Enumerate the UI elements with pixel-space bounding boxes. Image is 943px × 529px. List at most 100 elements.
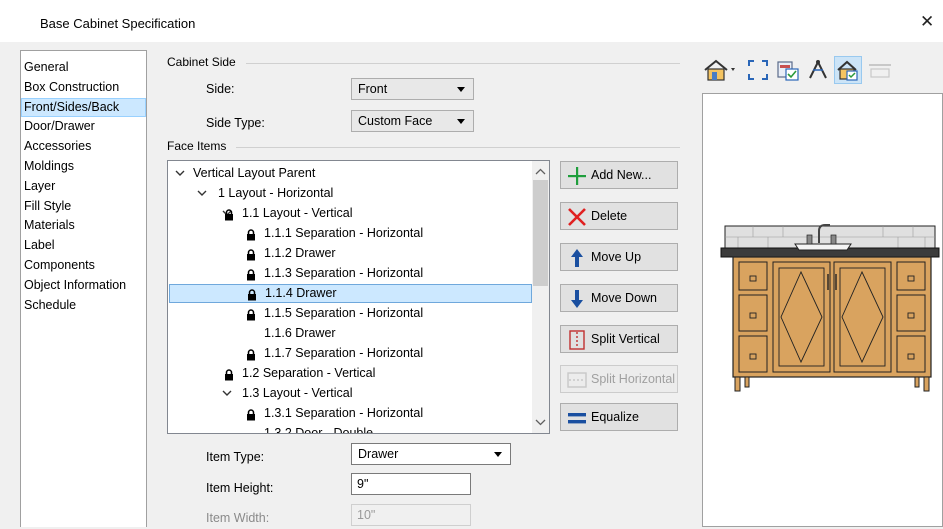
lock-icon <box>246 268 256 281</box>
add-new-button[interactable]: Add New... <box>560 161 678 189</box>
fill-window-button[interactable] <box>744 56 772 84</box>
tree-item-label: 1.3.1 Separation - Horizontal <box>264 406 424 420</box>
tree-item[interactable]: Vertical Layout Parent <box>169 164 532 183</box>
move-up-button[interactable]: Move Up <box>560 243 678 271</box>
camera-view-button[interactable] <box>834 56 862 84</box>
arrow-down-icon <box>571 290 583 308</box>
delete-x-icon <box>568 208 586 226</box>
nav-item-materials[interactable]: Materials <box>21 216 146 236</box>
split-vertical-button[interactable]: Split Vertical <box>560 325 678 353</box>
preview-toolbar <box>700 56 943 86</box>
tree-item-label: 1.3 Layout - Vertical <box>242 386 353 400</box>
tree-item[interactable]: 1.1.5 Separation - Horizontal <box>169 304 532 323</box>
tree-item[interactable]: 1.3.1 Separation - Horizontal <box>169 404 532 423</box>
lock-icon <box>246 248 256 261</box>
split-horizontal-button[interactable]: Split Horizontal <box>560 365 678 393</box>
move-down-button[interactable]: Move Down <box>560 284 678 312</box>
nav-item-fill-style[interactable]: Fill Style <box>21 197 146 217</box>
tree-item[interactable]: 1.3 Layout - Vertical <box>169 384 532 403</box>
nav-item-schedule[interactable]: Schedule <box>21 296 146 316</box>
cabinet-preview[interactable] <box>702 93 943 527</box>
chevron-down-icon[interactable] <box>195 184 209 203</box>
lock-icon <box>246 228 256 241</box>
chevron-down-icon <box>457 119 465 124</box>
scroll-down-icon[interactable] <box>532 414 549 431</box>
tree-item-label: 1.1.3 Separation - Horizontal <box>264 266 424 280</box>
move-down-label: Move Down <box>591 291 657 305</box>
preview-settings-button[interactable] <box>774 56 802 84</box>
tree-item-label: 1.2 Separation - Vertical <box>242 366 376 380</box>
scroll-up-icon[interactable] <box>532 163 549 180</box>
scroll-thumb[interactable] <box>533 180 548 286</box>
split-vertical-icon <box>569 330 585 350</box>
tree-item[interactable]: 1.1.4 Drawer <box>169 284 532 303</box>
lock-icon <box>246 408 256 421</box>
close-icon[interactable]: ✕ <box>920 12 934 32</box>
tree-item-label: 1 Layout - Horizontal <box>218 186 334 200</box>
tree-item[interactable]: 1.2 Separation - Vertical <box>169 364 532 383</box>
nav-item-general[interactable]: General <box>21 58 146 78</box>
tree-item[interactable]: 1.1.3 Separation - Horizontal <box>169 264 532 283</box>
side-select[interactable]: Front <box>351 78 474 100</box>
preview-settings-icon <box>777 61 799 81</box>
dimension-icon <box>809 59 827 79</box>
tree-item-label: 1.3.2 Door - Double <box>264 426 374 434</box>
lock-icon <box>224 208 234 221</box>
camera-view-icon <box>837 60 858 81</box>
tree-item[interactable]: 1.3.2 Door - Double <box>169 424 532 434</box>
lock-icon <box>246 308 256 321</box>
tree-item-label: Vertical Layout Parent <box>193 166 316 180</box>
nav-item-components[interactable]: Components <box>21 256 146 276</box>
nav-item-accessories[interactable]: Accessories <box>21 137 146 157</box>
title-bar: Base Cabinet Specification ✕ <box>0 0 943 42</box>
split-horizontal-icon <box>567 372 587 388</box>
side-type-select[interactable]: Custom Face <box>351 110 474 132</box>
item-type-select[interactable]: Drawer <box>351 443 511 465</box>
tree-scrollbar[interactable] <box>532 161 549 433</box>
item-type-value: Drawer <box>358 447 399 461</box>
equalize-icon <box>568 413 586 424</box>
chevron-down-icon[interactable] <box>173 164 187 183</box>
plus-icon <box>568 167 586 185</box>
delete-label: Delete <box>591 209 628 223</box>
nav-item-layer[interactable]: Layer <box>21 177 146 197</box>
nav-item-box-construction[interactable]: Box Construction <box>21 78 146 98</box>
tree-item[interactable]: 1.1 Layout - Vertical <box>169 204 532 223</box>
face-items-tree[interactable]: Vertical Layout Parent 1 Layout - Horizon… <box>167 160 550 434</box>
tree-item[interactable]: 1.1.7 Separation - Horizontal <box>169 344 532 363</box>
tree-item[interactable]: 1.1.6 Drawer <box>169 324 532 343</box>
dimension-button[interactable] <box>804 56 832 84</box>
add-new-label: Add New... <box>591 168 652 182</box>
tree-item[interactable]: 1.1.1 Separation - Horizontal <box>169 224 532 243</box>
view-dropdown-icon <box>704 59 735 81</box>
equalize-button[interactable]: Equalize <box>560 403 678 431</box>
side-label: Side: <box>206 82 235 96</box>
arrow-up-icon <box>571 249 583 267</box>
item-height-label: Item Height: <box>206 481 274 495</box>
face-items-divider <box>236 147 680 148</box>
cabinet-side-group-label: Cabinet Side <box>167 55 236 69</box>
item-height-input[interactable] <box>351 473 471 495</box>
delete-button[interactable]: Delete <box>560 202 678 230</box>
nav-item-label[interactable]: Label <box>21 236 146 256</box>
nav-item-moldings[interactable]: Moldings <box>21 157 146 177</box>
tree-item[interactable]: 1 Layout - Horizontal <box>169 184 532 203</box>
chevron-down-icon[interactable] <box>220 384 234 403</box>
disabled-view-button[interactable] <box>866 56 894 84</box>
view-dropdown-button[interactable] <box>702 56 740 84</box>
nav-item-object-information[interactable]: Object Information <box>21 276 146 296</box>
nav-item-front-sides-back[interactable]: Front/Sides/Back <box>21 97 146 118</box>
move-up-label: Move Up <box>591 250 642 264</box>
item-width-input[interactable] <box>351 504 471 526</box>
tree-item-label: 1.1.4 Drawer <box>265 286 337 300</box>
face-items-group-label: Face Items <box>167 139 227 153</box>
nav-item-door-drawer[interactable]: Door/Drawer <box>21 117 146 137</box>
tree-item-label: 1.1.6 Drawer <box>264 326 336 340</box>
tree-item-label: 1.1.7 Separation - Horizontal <box>264 346 424 360</box>
category-list: General Box Construction Front/Sides/Back D… <box>20 50 147 527</box>
lock-icon <box>247 289 257 301</box>
chevron-down-icon <box>494 452 502 457</box>
tree-item[interactable]: 1.1.2 Drawer <box>169 244 532 263</box>
chevron-down-icon <box>457 87 465 92</box>
item-width-label: Item Width: <box>206 511 270 525</box>
